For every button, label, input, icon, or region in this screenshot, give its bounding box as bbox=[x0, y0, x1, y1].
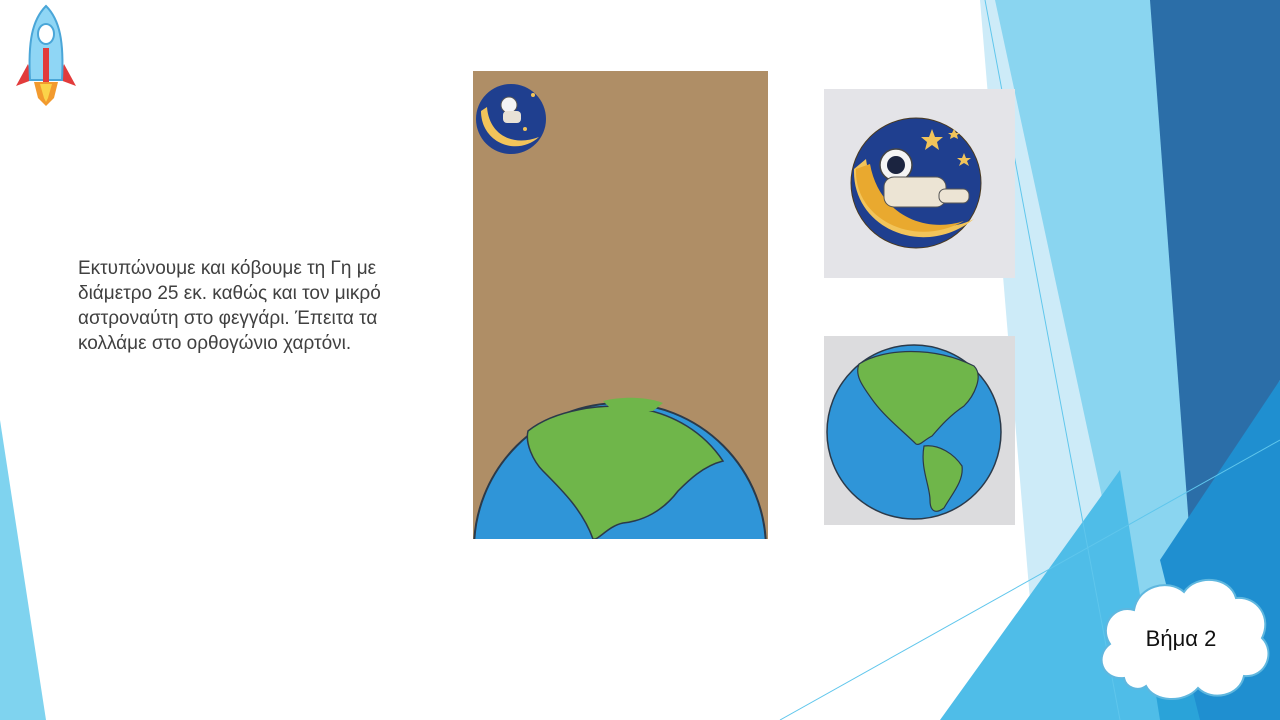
moon-photo bbox=[824, 89, 1015, 278]
earth-photo bbox=[824, 336, 1015, 525]
moon-astronaut-icon bbox=[476, 84, 546, 154]
instruction-text: Εκτυπώνουμε και κόβουμε τη Γη με διάμετρ… bbox=[78, 258, 381, 354]
rocket-icon bbox=[16, 4, 76, 106]
step-label: Βήμα 2 bbox=[1145, 626, 1217, 651]
earth-icon bbox=[826, 344, 1002, 520]
cardboard-photo bbox=[473, 71, 768, 539]
moon-astronaut-icon bbox=[850, 117, 982, 249]
